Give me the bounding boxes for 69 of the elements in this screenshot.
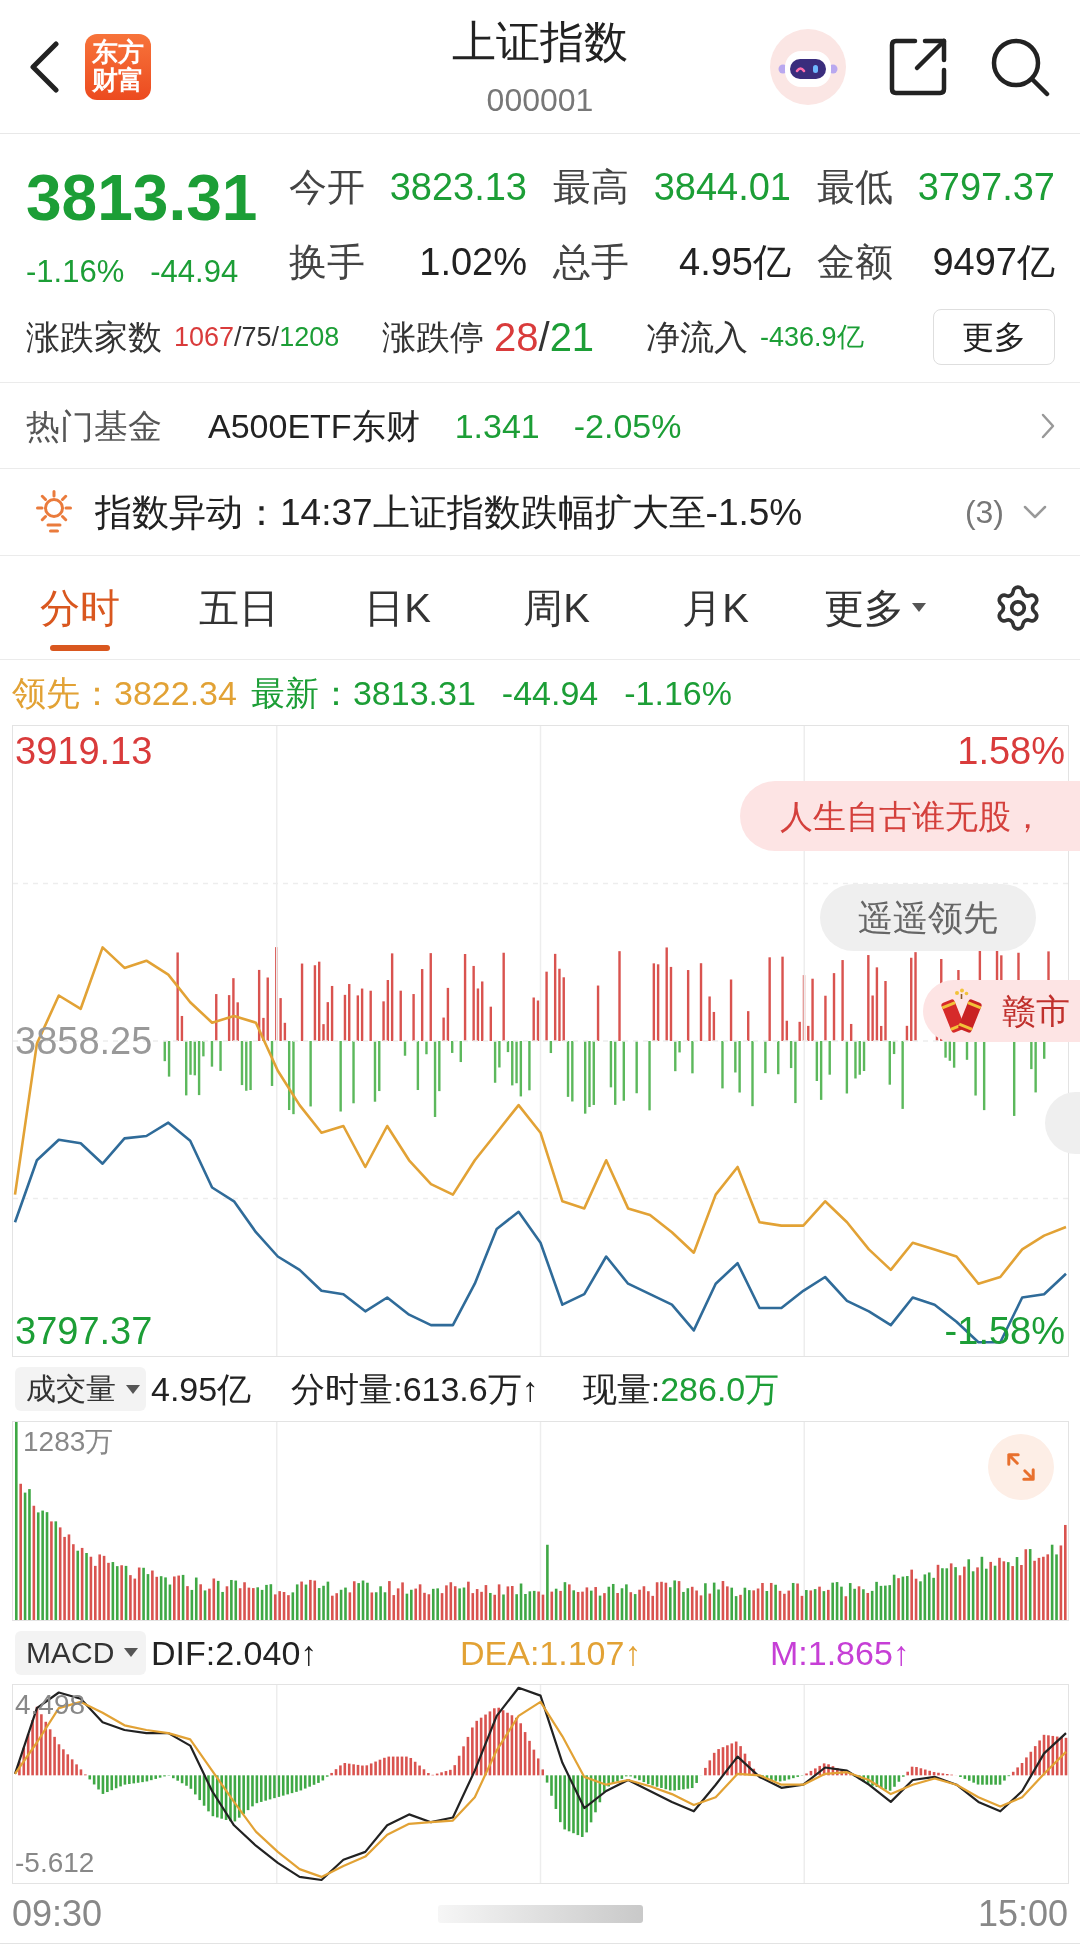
volume-total: 4.95亿 (151, 1372, 252, 1406)
comment-bubble: 人生自古谁无股， (740, 781, 1080, 851)
fund-name[interactable]: A500ETF东财 (208, 408, 420, 443)
search-icon[interactable] (990, 36, 1050, 97)
stat-value: 3823.13 (389, 167, 527, 206)
axis-label: 3919.13 (15, 732, 153, 770)
comment-bubble: 遥遥领先 (820, 884, 1036, 951)
stat-value: 1.02% (419, 242, 527, 281)
advance-decline-label: 涨跌家数 (26, 320, 162, 354)
tab[interactable]: 五日 (159, 556, 318, 659)
alert-count: (3) (964, 496, 1004, 528)
axis-label: -5.612 (15, 1849, 95, 1877)
time-label: 15:00 (977, 1895, 1068, 1932)
time-label: 09:30 (12, 1895, 103, 1932)
stat-label: 最高 (553, 167, 629, 206)
current-price: 3813.31 (26, 166, 259, 230)
share-icon[interactable] (888, 36, 948, 97)
m-value: M:1.865↑ (770, 1635, 910, 1670)
axis-label: 3797.37 (15, 1312, 153, 1350)
percent-label: 1.58% (957, 732, 1065, 770)
volume-max-label: 1283万 (23, 1428, 114, 1456)
app-logo: 东方财富 (85, 33, 151, 100)
advance-decline-counts: 1067/75/1208 (174, 323, 340, 351)
tick-volume: 分时量:613.6万↑ (291, 1372, 539, 1406)
fund-change: -2.05% (573, 408, 682, 443)
change-amount: -44.94 (150, 256, 239, 287)
stat-label: 总手 (553, 242, 629, 281)
legend-text: -1.16% (624, 675, 732, 710)
tab[interactable]: 月K (636, 556, 795, 659)
limit-label: 涨跌停 (382, 320, 484, 354)
expand-icon (1006, 1452, 1036, 1482)
net-inflow-value: -436.9亿 (760, 323, 864, 351)
stat-value: 3797.37 (917, 167, 1055, 206)
macd-menu[interactable]: MACD (15, 1630, 146, 1675)
legend-text: -44.94 (501, 675, 599, 710)
legend-text: 领先：3822.34 (12, 675, 237, 710)
stat-value: 4.95亿 (679, 242, 791, 281)
comment-text: 赣市 (1002, 994, 1070, 1028)
caret-icon (126, 1384, 140, 1394)
volume-menu[interactable]: 成交量 (15, 1367, 146, 1411)
robot-avatar-icon[interactable] (770, 28, 846, 105)
stat-label: 最低 (817, 167, 893, 206)
chevron-right-icon[interactable] (1041, 412, 1055, 439)
alert-text[interactable]: 指数异动：14:37上证指数跌幅扩大至-1.5% (95, 493, 803, 531)
tab[interactable]: 周K (477, 556, 636, 659)
net-inflow-label: 净流入 (646, 320, 748, 354)
current-volume: 现量:286.0万 (582, 1372, 780, 1406)
tab[interactable]: 日K (318, 556, 477, 659)
limit-counts: 28/21 (494, 317, 595, 357)
stat-value: 3844.01 (653, 167, 791, 206)
stat-value: 9497亿 (932, 242, 1055, 281)
more-button[interactable]: 更多 (933, 309, 1055, 365)
chevron-down-icon[interactable] (1023, 505, 1047, 519)
comment-bubble (1045, 1092, 1080, 1154)
page-title: 上证指数 (452, 19, 628, 64)
stat-label: 金额 (817, 242, 893, 281)
stat-label: 换手 (289, 242, 365, 281)
legend-text: 最新：3813.31 (250, 675, 476, 710)
back-icon[interactable] (28, 40, 60, 93)
fund-price: 1.341 (454, 408, 540, 443)
caret-icon (124, 1648, 139, 1657)
stock-code: 000001 (486, 83, 594, 116)
hot-fund-label: 热门基金 (26, 408, 162, 443)
stat-label: 今开 (289, 167, 365, 206)
tab[interactable]: 分时 (0, 556, 159, 659)
tab[interactable]: 更多 (795, 556, 954, 659)
dif-value: DIF:2.040↑ (151, 1635, 319, 1670)
change-percent: -1.16% (26, 256, 125, 287)
dea-value: DEA:1.107↑ (460, 1635, 643, 1670)
